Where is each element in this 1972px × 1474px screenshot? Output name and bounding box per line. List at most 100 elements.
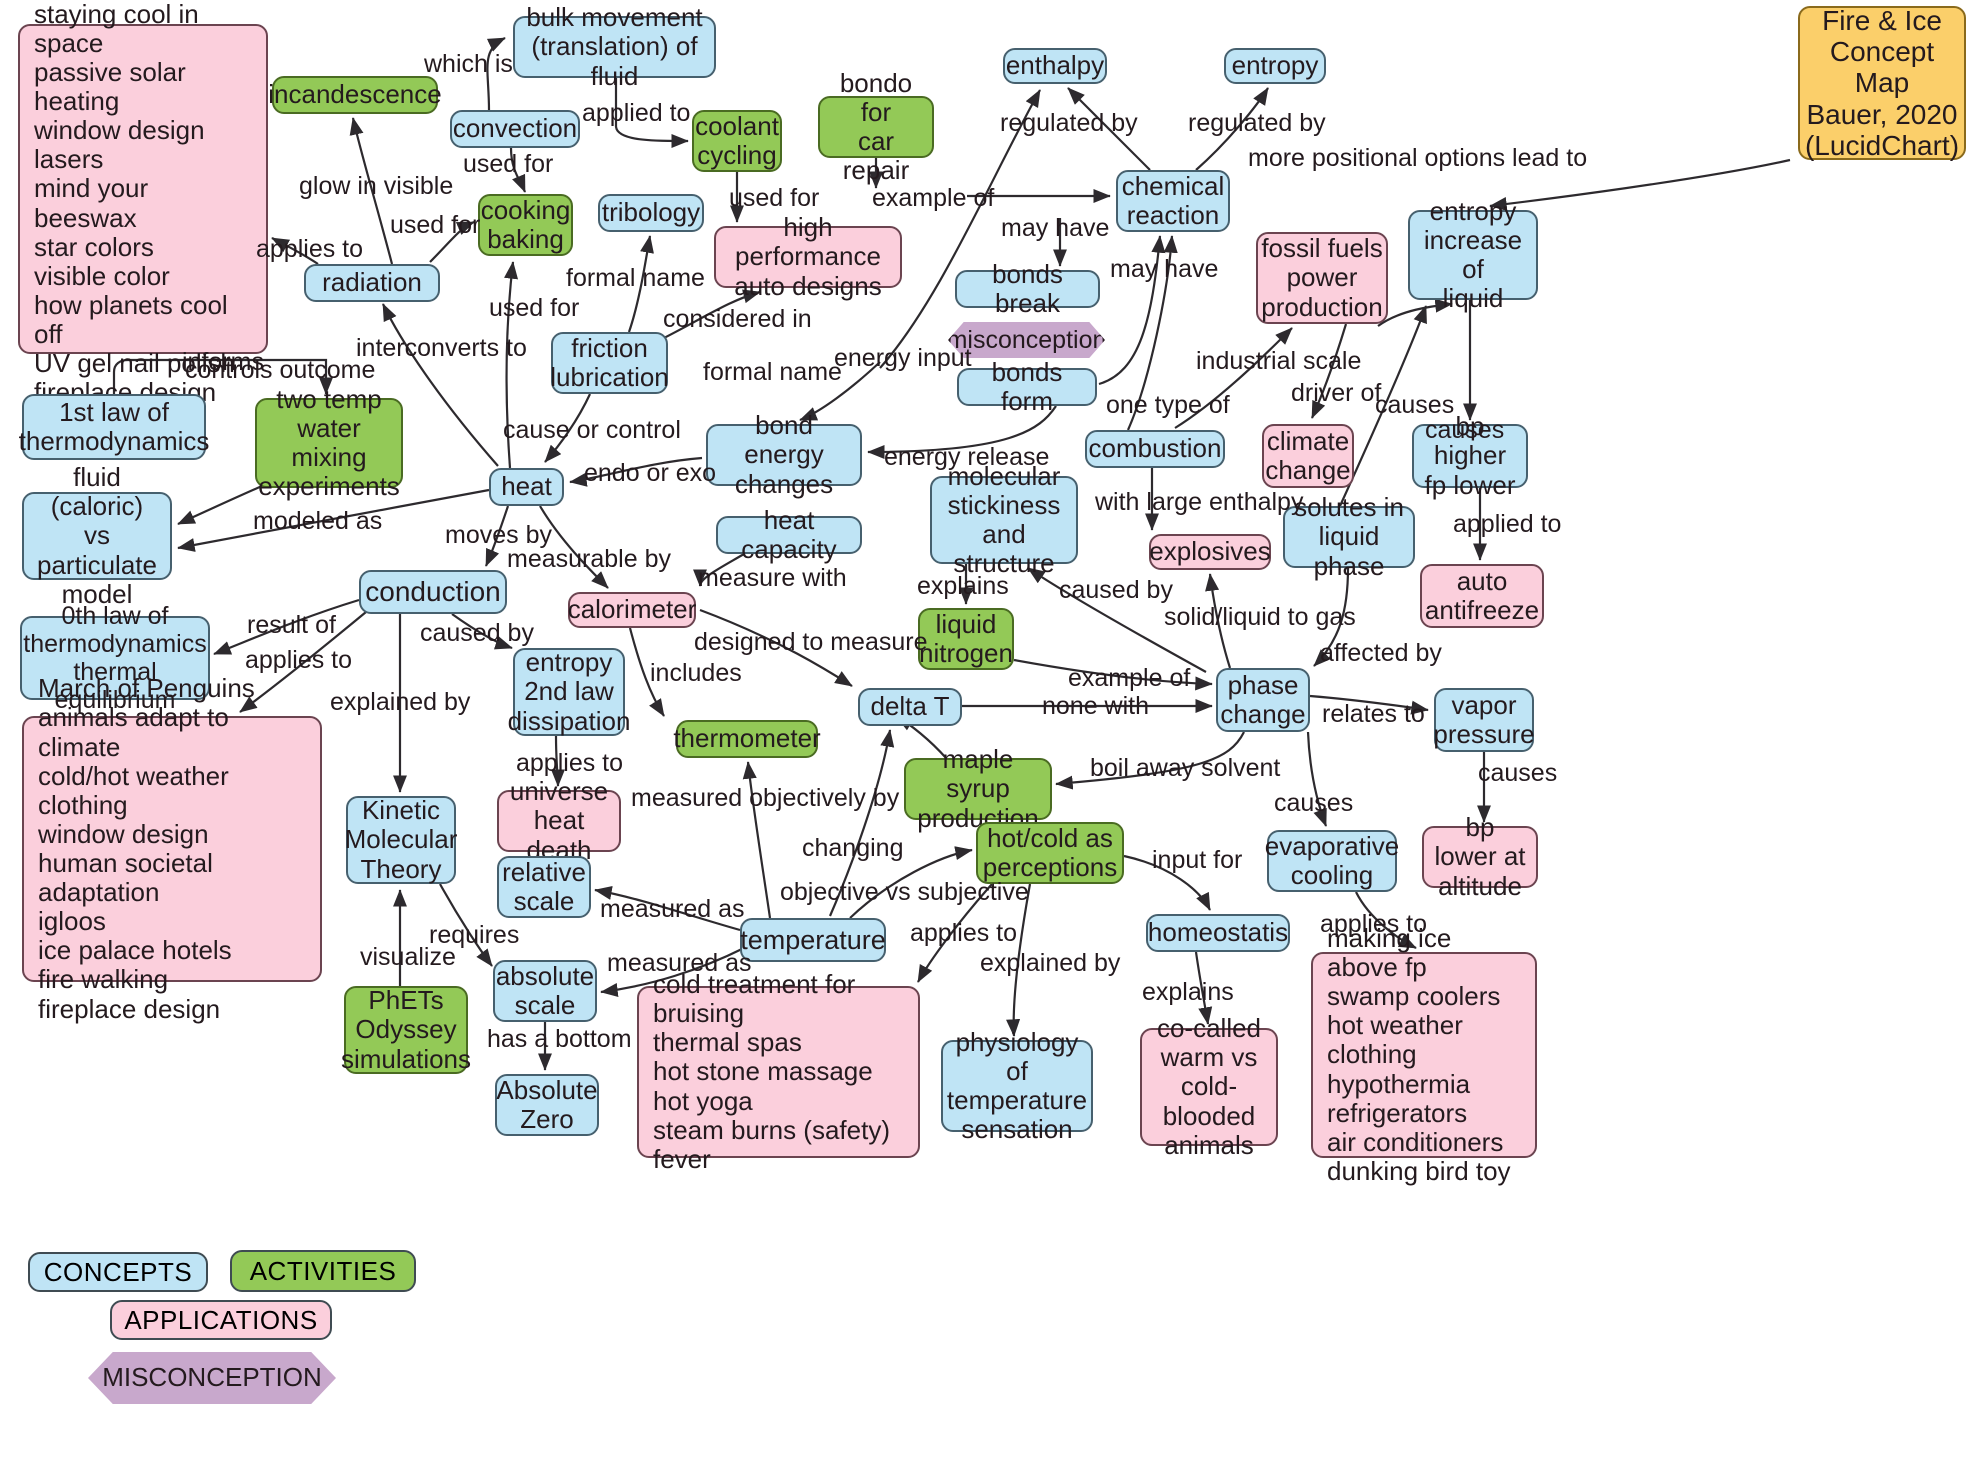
edge-label-more-positional: more positional options lead to: [1248, 144, 1588, 172]
edge-label-applies-to-temp-apps: applies to: [910, 919, 1018, 947]
edge-label-result-of: result of: [247, 611, 336, 639]
edge-label-designed-to-measure: designed to measure: [694, 628, 928, 656]
edge-label-one-type-of: one type of: [1106, 391, 1230, 419]
edge-label-cause-or-control: cause or control: [503, 416, 681, 444]
edge-label-solid-liquid-gas: solid/liquid to gas: [1164, 603, 1356, 631]
edge-label-relates-to: relates to: [1322, 700, 1425, 728]
node-radiation-applications[interactable]: IR lamps staying cool in space passive s…: [18, 0, 268, 407]
node-bond-energy-changes[interactable]: bond energy changes: [706, 411, 862, 498]
node-heat-capacity[interactable]: heat capacity: [716, 505, 862, 564]
node-cooking-baking[interactable]: cooking baking: [478, 194, 573, 256]
node-bonds-break[interactable]: bonds break: [955, 259, 1100, 318]
node-bulk-movement[interactable]: bulk movement (translation) of fluid: [513, 3, 716, 90]
node-fluid-caloric[interactable]: fluid (caloric) vs particulate model: [22, 463, 172, 608]
node-delta-t[interactable]: delta T: [858, 688, 962, 726]
edge-label-may-have-form: may have: [1110, 255, 1219, 283]
node-climate-change[interactable]: climate change: [1262, 424, 1354, 488]
edge-label-energy-release: energy release: [884, 443, 1050, 471]
edge-label-objective-vs-subjective: objective vs subjective: [780, 878, 1029, 906]
node-penguin-applications[interactable]: March of Penguins animals adapt to clima…: [22, 674, 322, 1023]
node-tribology[interactable]: tribology: [598, 194, 704, 232]
node-homeostatis[interactable]: homeostatis: [1146, 914, 1290, 952]
node-molecular-stickiness[interactable]: molecular stickiness and structure: [930, 461, 1078, 578]
edge-label-energy-input: energy input: [834, 344, 972, 372]
edge-label-explains-homeostatis: explains: [1142, 978, 1234, 1006]
node-two-temp-water[interactable]: two temp water mixing experiments: [255, 384, 403, 501]
edge-label-informs: informs: [182, 348, 264, 376]
edge-label-industrial-scale: industrial scale: [1196, 347, 1362, 375]
edge-label-used-for-convection: used for: [463, 150, 554, 178]
edge-label-used-for-heat: used for: [489, 294, 580, 322]
edge-label-with-large-enthalpy: with large enthalpy: [1095, 488, 1304, 516]
node-hot-cold-perceptions[interactable]: hot/cold as perceptions: [976, 822, 1124, 884]
node-explosives[interactable]: explosives: [1149, 534, 1271, 570]
edge-label-measured-objectively: measured objectively by: [631, 784, 900, 812]
node-relative-scale[interactable]: relative scale: [497, 856, 591, 918]
edge-label-causes-bp: causes: [1425, 416, 1505, 444]
node-conduction[interactable]: conduction: [359, 570, 507, 614]
legend-concepts: CONCEPTS: [28, 1252, 208, 1292]
node-bp-lower-altitude[interactable]: bp lower at altitude: [1422, 813, 1538, 900]
edge-label-endo-or-exo: endo or exo: [584, 459, 717, 487]
edge-label-may-have-break: may have: [1001, 214, 1110, 242]
node-evaporation-applications[interactable]: making ice above fp swamp coolers hot we…: [1311, 923, 1537, 1185]
node-temperature-applications[interactable]: cold treatment for bruising thermal spas…: [637, 970, 920, 1173]
node-phase-change[interactable]: phase change: [1216, 668, 1310, 732]
node-liquid-nitrogen[interactable]: liquid nitrogen: [918, 608, 1014, 670]
edge-label-regulated-by-entropy: regulated by: [1188, 109, 1326, 137]
node-bondo-car-repair[interactable]: bondo for car repair: [818, 68, 934, 185]
node-phets-odyssey[interactable]: PhETs Odyssey simulations: [341, 986, 471, 1074]
node-enthalpy[interactable]: enthalpy: [1003, 48, 1107, 84]
node-absolute-scale[interactable]: absolute scale: [493, 960, 597, 1022]
node-entropy-2nd-law[interactable]: entropy 2nd law dissipation: [508, 648, 630, 736]
node-coolant-cycling[interactable]: coolant cycling: [692, 110, 782, 172]
edge-label-glow-in-visible: glow in visible: [299, 172, 454, 200]
edge-label-used-for-radiation: used for: [390, 211, 481, 239]
node-universe-heat-death[interactable]: universe heat death: [497, 777, 621, 864]
node-kinetic-molecular-theory[interactable]: Kinetic Molecular Theory: [345, 796, 457, 884]
node-fossil-fuels[interactable]: fossil fuels power production: [1256, 232, 1388, 324]
node-radiation[interactable]: radiation: [304, 264, 440, 302]
node-high-performance-auto[interactable]: high performance auto designs: [714, 213, 902, 300]
node-maple-syrup[interactable]: maple syrup production: [904, 745, 1052, 832]
node-temperature[interactable]: temperature: [740, 918, 886, 962]
edge-label-includes: includes: [650, 659, 742, 687]
edge-label-explains-molecular: explains: [917, 572, 1009, 600]
edge-label-explained-by-kmt: explained by: [330, 688, 471, 716]
legend-activities: ACTIVITIES: [230, 1250, 416, 1292]
node-friction-lubrication[interactable]: friction lubrication: [550, 332, 669, 394]
edge-label-measured-as-absolute: measured as: [607, 949, 752, 977]
node-auto-antifreeze[interactable]: auto antifreeze: [1420, 564, 1544, 628]
edge-label-modeled-as: modeled as: [253, 507, 383, 535]
node-chemical-reaction[interactable]: chemical reaction: [1116, 170, 1230, 232]
node-entropy-top[interactable]: entropy: [1224, 48, 1326, 84]
edge-label-driver-of: driver of: [1291, 379, 1382, 407]
edge-label-causes-bp-lower: causes: [1478, 759, 1558, 787]
edge-label-applied-to: applied to: [582, 99, 691, 127]
node-calorimeter[interactable]: calorimeter: [568, 592, 696, 628]
edge-label-interconverts-to: interconverts to: [356, 334, 527, 362]
edge-label-measure-with: measure with: [698, 564, 847, 592]
node-1st-law[interactable]: 1st law of thermodynamics: [19, 394, 209, 460]
node-thermometer[interactable]: thermometer: [673, 720, 821, 758]
node-physiology-temp-sensation[interactable]: physiology of temperature sensation: [941, 1027, 1093, 1144]
node-convection[interactable]: convection: [450, 110, 580, 148]
edge-label-applies-to-penguins: applies to: [245, 646, 353, 674]
node-combustion[interactable]: combustion: [1085, 430, 1225, 468]
node-entropy-increase-liquid[interactable]: entropy increase of liquid: [1408, 196, 1538, 313]
node-evaporative-cooling[interactable]: evaporative cooling: [1265, 830, 1399, 892]
edge-label-example-of-chem: example of: [872, 184, 995, 212]
node-vapor-pressure[interactable]: vapor pressure: [1433, 688, 1535, 752]
node-absolute-zero[interactable]: Absolute Zero: [495, 1074, 599, 1136]
edge-label-caused-by-entropy: caused by: [420, 619, 534, 647]
edge-label-measurable-by: measurable by: [507, 545, 671, 573]
edge-label-caused-by-molecular: caused by: [1059, 576, 1173, 604]
node-bonds-form[interactable]: bonds form: [957, 357, 1097, 416]
edge-label-has-a-bottom: has a bottom: [487, 1025, 632, 1053]
node-co-called-warm[interactable]: co-called warm vs cold-blooded animals: [1140, 1014, 1278, 1159]
node-incandescence[interactable]: incandescence: [268, 76, 442, 114]
node-heat[interactable]: heat: [489, 468, 564, 506]
edge-label-causes-evaporative: causes: [1274, 789, 1354, 817]
edge-label-affected-by: affected by: [1320, 639, 1442, 667]
edge-label-none-with: none with: [1042, 692, 1150, 720]
